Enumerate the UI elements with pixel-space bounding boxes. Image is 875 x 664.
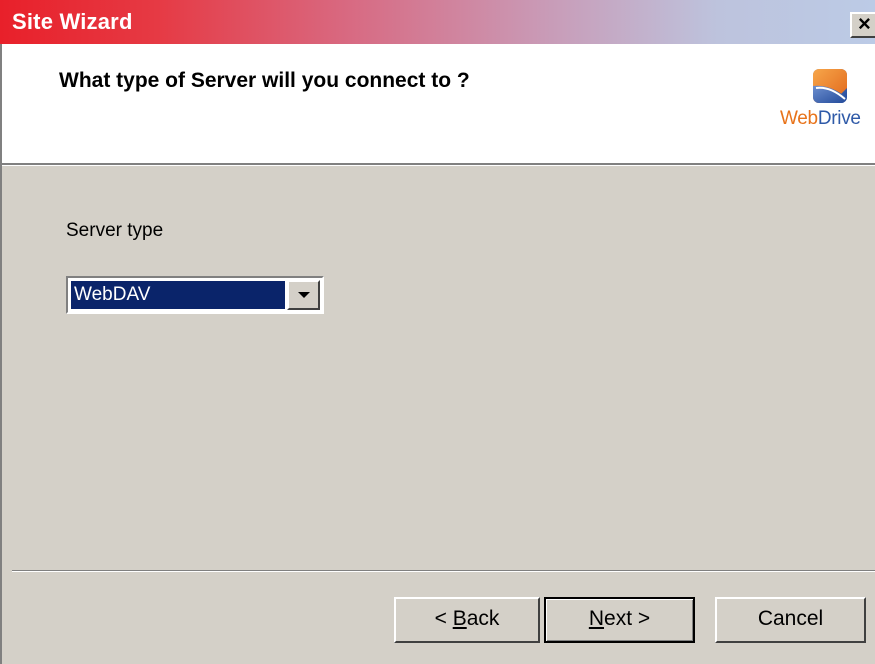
dialog-left-edge — [0, 165, 12, 664]
header-divider — [0, 163, 875, 166]
title-bar[interactable]: Site Wizard × — [0, 0, 875, 44]
close-icon: × — [858, 11, 871, 36]
close-button[interactable]: × — [850, 12, 875, 38]
webdrive-logo-text: WebDrive — [780, 108, 861, 129]
next-button[interactable]: Next > — [544, 597, 695, 643]
footer-divider — [12, 570, 875, 572]
page-title: What type of Server will you connect to … — [59, 69, 470, 92]
dropdown-button[interactable] — [287, 280, 320, 310]
site-wizard-dialog: Site Wizard × What type of Server will y… — [0, 0, 875, 664]
server-type-label: Server type — [66, 220, 164, 241]
back-button[interactable]: < Back — [394, 597, 540, 643]
chevron-down-icon — [298, 292, 310, 298]
window-title: Site Wizard — [12, 9, 133, 34]
webdrive-logo-icon — [813, 69, 847, 103]
server-type-selected-value[interactable]: WebDAV — [70, 280, 286, 310]
wizard-header: What type of Server will you connect to … — [0, 44, 875, 163]
cancel-button[interactable]: Cancel — [715, 597, 866, 643]
server-type-select[interactable]: WebDAV — [66, 276, 324, 314]
